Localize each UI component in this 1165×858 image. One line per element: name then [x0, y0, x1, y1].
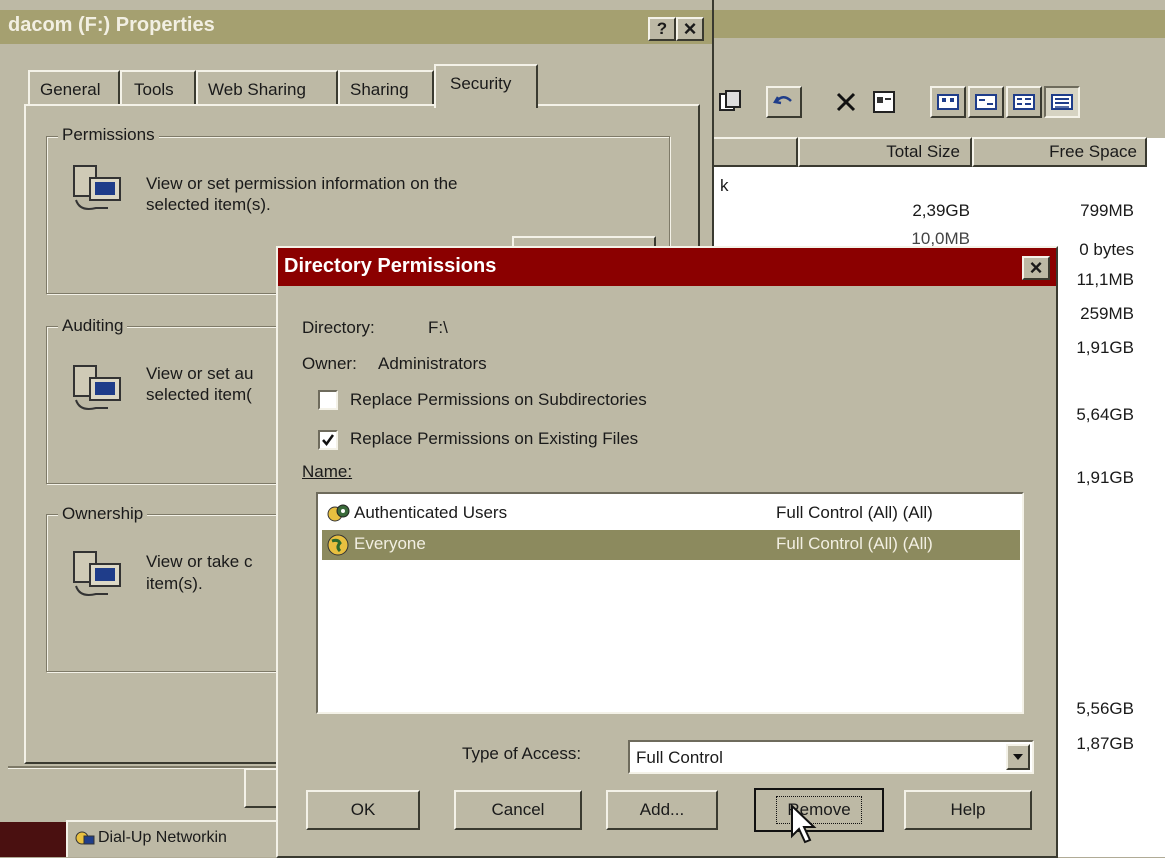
computer-network-icon	[73, 165, 121, 210]
ownership-description-2: item(s).	[146, 574, 203, 593]
name-label: Name:	[302, 462, 353, 481]
mouse-cursor-icon	[791, 804, 817, 844]
copy-icon[interactable]	[712, 86, 748, 118]
undo-icon[interactable]	[766, 86, 802, 118]
directory-value: F:\	[428, 318, 448, 337]
tab-general[interactable]: General	[28, 70, 120, 106]
directory-permissions-dialog: Directory Permissions × Directory: F:\ O…	[276, 246, 1058, 858]
type-of-access-label: Type of Access:	[462, 744, 582, 763]
cancel-button[interactable]: Cancel	[454, 790, 582, 830]
column-header-name[interactable]	[708, 137, 798, 167]
dial-up-networking-icon	[75, 831, 95, 845]
owner-value: Administrators	[378, 354, 487, 373]
list-item-authenticated-users[interactable]: Authenticated Users Full Control (All) (…	[322, 500, 1020, 528]
directory-label: Directory:	[302, 318, 375, 337]
auditing-legend: Auditing	[58, 316, 128, 336]
entry-access: Full Control (All) (All)	[776, 503, 933, 522]
dialog-title: Directory Permissions	[284, 255, 497, 277]
delete-icon[interactable]	[828, 86, 864, 118]
dialog-close-button[interactable]: ×	[1022, 255, 1050, 280]
close-button[interactable]: ×	[676, 16, 704, 41]
permissions-description: View or set permission information on th…	[146, 174, 458, 193]
globe-icon	[327, 534, 349, 556]
add-button[interactable]: Add...	[606, 790, 718, 830]
properties-title: dacom (F:) Properties	[8, 14, 215, 36]
total-size-value: 2,39GB	[912, 201, 970, 220]
explorer-menubar	[700, 38, 1165, 70]
column-header-total-size[interactable]: Total Size	[798, 137, 972, 167]
free-space-value: 799MB	[1080, 201, 1134, 220]
explorer-titlebar	[700, 10, 1165, 38]
tab-tools[interactable]: Tools	[120, 70, 196, 106]
column-header-free-space[interactable]: Free Space	[972, 137, 1147, 167]
entry-access: Full Control (All) (All)	[776, 534, 933, 553]
computer-network-icon	[73, 551, 121, 596]
large-icons-view-icon[interactable]	[930, 86, 966, 118]
permissions-description-2: selected item(s).	[146, 195, 271, 214]
user-group-icon	[327, 504, 350, 522]
tab-security[interactable]: Security	[434, 64, 538, 108]
help-button-dialog[interactable]: Help	[904, 790, 1032, 830]
tab-web-sharing[interactable]: Web Sharing	[196, 70, 338, 106]
replace-files-checkbox[interactable]	[318, 430, 338, 450]
chevron-down-icon[interactable]	[1006, 744, 1030, 770]
owner-label: Owner:	[302, 354, 357, 373]
permissions-legend: Permissions	[58, 125, 159, 145]
checkmark-icon	[322, 434, 335, 447]
details-view-icon[interactable]	[1044, 86, 1080, 118]
list-view-icon[interactable]	[1006, 86, 1042, 118]
tab-sharing[interactable]: Sharing	[338, 70, 434, 106]
ownership-legend: Ownership	[58, 504, 148, 524]
auditing-description: View or set au	[146, 364, 254, 383]
ok-button[interactable]: OK	[306, 790, 420, 830]
entry-name: Authenticated Users	[354, 503, 508, 522]
auditing-description-2: selected item(	[146, 385, 252, 404]
list-item-everyone[interactable]: Everyone Full Control (All) (All)	[322, 530, 1020, 560]
properties-icon[interactable]	[866, 86, 902, 118]
computer-network-icon	[73, 365, 121, 410]
help-button[interactable]: ?	[648, 17, 676, 41]
replace-files-label[interactable]: Replace Permissions on Existing Files	[350, 429, 638, 449]
taskbar-item-dial-up[interactable]: Dial-Up Networkin	[66, 820, 280, 857]
type-of-access-select[interactable]: Full Control	[628, 740, 1034, 774]
list-partial-text: k	[720, 176, 729, 195]
dial-up-label: Dial-Up Networkin	[98, 829, 227, 846]
replace-subdirectories-checkbox[interactable]	[318, 390, 338, 410]
small-icons-view-icon[interactable]	[968, 86, 1004, 118]
ownership-description: View or take c	[146, 552, 253, 571]
replace-subdirectories-label[interactable]: Replace Permissions on Subdirectories	[350, 390, 647, 410]
entry-name: Everyone	[354, 534, 426, 553]
type-of-access-value: Full Control	[636, 748, 723, 767]
